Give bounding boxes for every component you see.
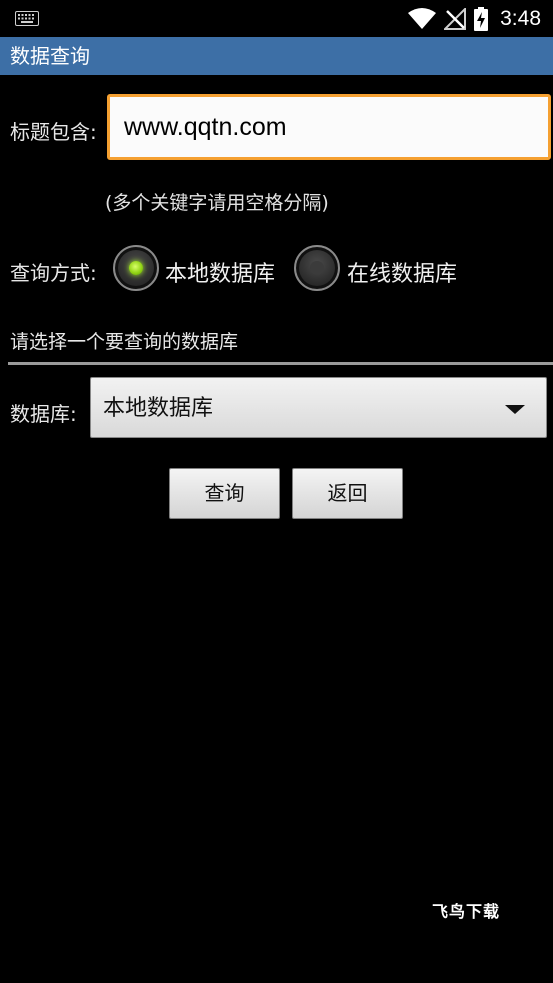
app-title: 数据查询 [10, 44, 90, 68]
radio-dot-unchecked [310, 261, 324, 275]
watermark: 飞鸟下载 [432, 902, 501, 921]
title-input[interactable] [107, 94, 551, 160]
radio-local-db-label[interactable]: 本地数据库 [165, 256, 275, 288]
dropdown-arrow-icon [505, 405, 525, 414]
radio-online-db[interactable] [294, 245, 340, 291]
radio-online-db-label[interactable]: 在线数据库 [347, 256, 457, 288]
keyboard-icon [15, 11, 39, 26]
back-button[interactable]: 返回 [292, 468, 403, 519]
clock: 3:48 [500, 6, 541, 30]
mode-label: 查询方式: [10, 261, 97, 285]
radio-local-db[interactable] [113, 245, 159, 291]
wifi-icon [408, 7, 437, 29]
radio-dot-checked [129, 261, 143, 275]
db-select[interactable]: 本地数据库 [90, 377, 547, 438]
battery-charging-icon [474, 6, 489, 31]
status-bar: 3:48 [0, 0, 553, 37]
section-divider [8, 362, 553, 365]
db-selected-value: 本地数据库 [103, 396, 214, 421]
no-signal-icon [444, 7, 467, 30]
title-bar: 数据查询 [0, 37, 553, 75]
section-title: 请选择一个要查询的数据库 [10, 331, 239, 353]
keyword-hint: (多个关键字请用空格分隔) [105, 192, 329, 214]
query-button[interactable]: 查询 [169, 468, 280, 519]
status-icons: 3:48 [408, 0, 541, 37]
db-label: 数据库: [10, 402, 77, 426]
title-label: 标题包含: [10, 120, 97, 144]
